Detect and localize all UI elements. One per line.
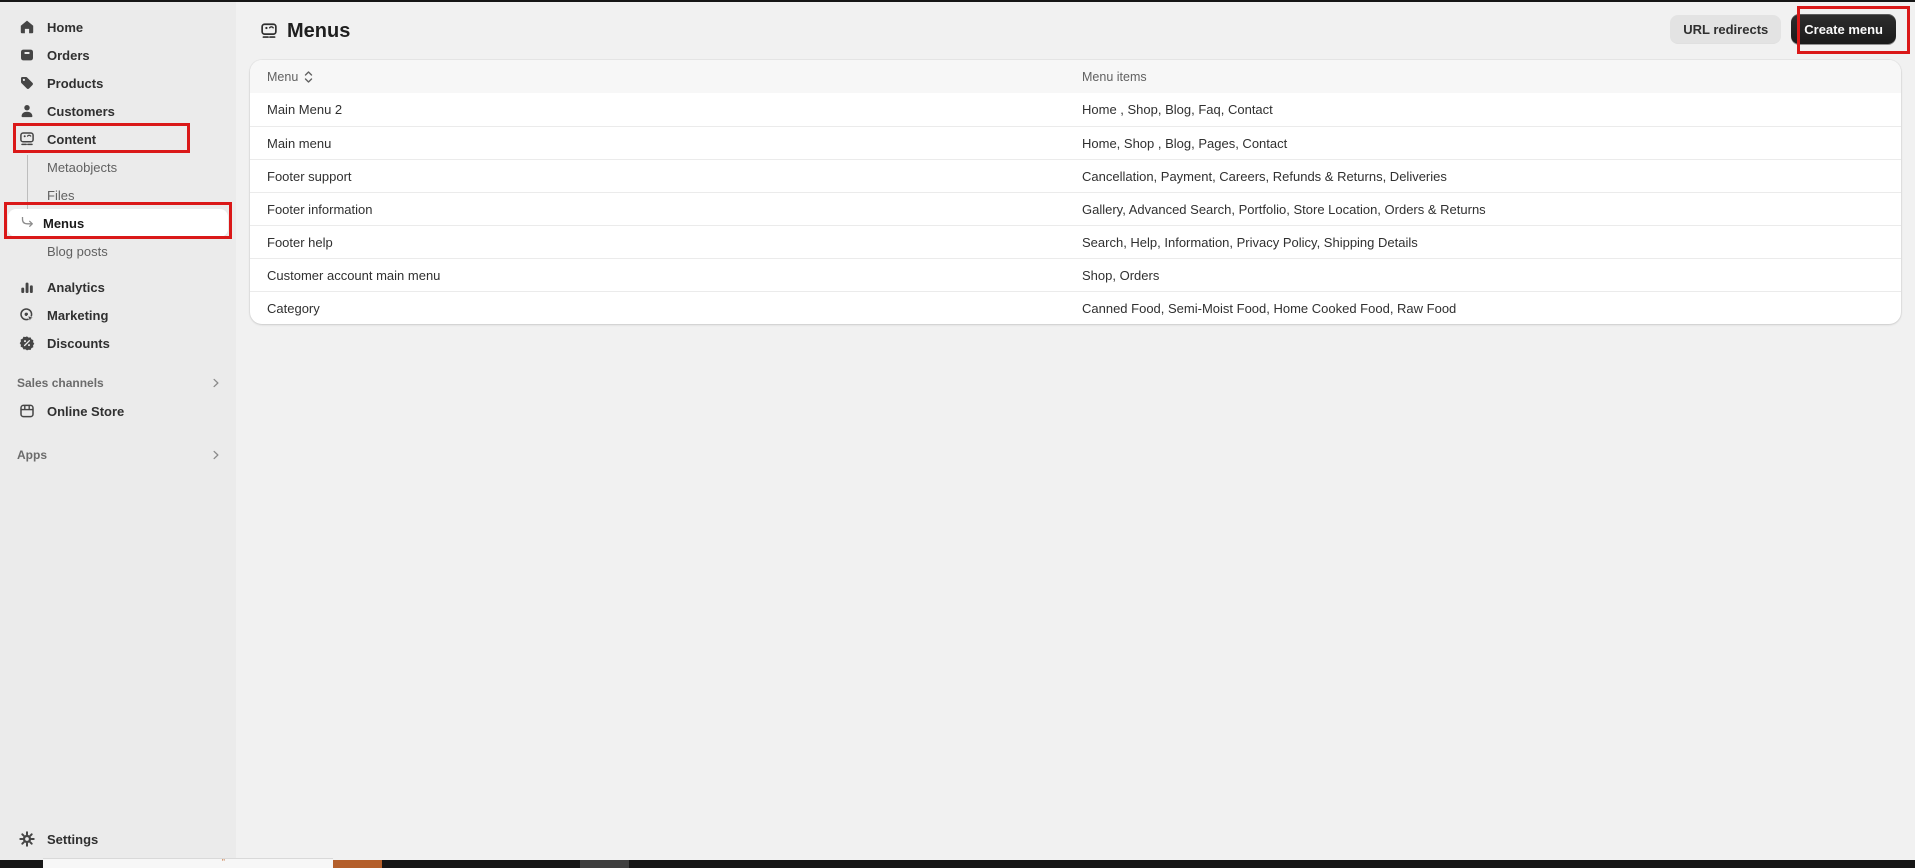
- page-title: Menus: [260, 17, 350, 45]
- products-icon: [19, 75, 35, 91]
- header-actions: URL redirects Create menu: [1670, 14, 1896, 44]
- menu-items-cell: Search, Help, Information, Privacy Polic…: [1082, 235, 1901, 250]
- online-store-icon: [19, 403, 35, 419]
- sidebar-item-label: Home: [47, 20, 83, 35]
- marketing-icon: [19, 307, 35, 323]
- menu-name-cell[interactable]: Footer help: [250, 235, 1082, 250]
- chevron-right-icon: [210, 449, 222, 461]
- table-row[interactable]: Footer support Cancellation, Payment, Ca…: [250, 159, 1901, 192]
- create-menu-button[interactable]: Create menu: [1791, 14, 1896, 44]
- menu-name-cell[interactable]: Main Menu 2: [250, 102, 1082, 117]
- table-row[interactable]: Footer help Search, Help, Information, P…: [250, 225, 1901, 258]
- sidebar-item-label: Files: [47, 188, 74, 203]
- sidebar-item-label: Analytics: [47, 280, 105, 295]
- window-top-edge: [0, 0, 1915, 2]
- menu-name-cell[interactable]: Footer support: [250, 169, 1082, 184]
- taskbar-strip: ": [0, 860, 1915, 868]
- customers-icon: [19, 103, 35, 119]
- menu-items-cell: Shop, Orders: [1082, 268, 1901, 283]
- menu-items-cell: Cancellation, Payment, Careers, Refunds …: [1082, 169, 1901, 184]
- sort-icon: [303, 70, 314, 84]
- menus-table: Menu Menu items Main Menu 2 Home , Shop,…: [250, 60, 1901, 324]
- discounts-icon: [19, 335, 35, 351]
- menu-name-cell[interactable]: Main menu: [250, 136, 1082, 151]
- sidebar-item-marketing[interactable]: Marketing: [0, 301, 236, 329]
- table-row[interactable]: Customer account main menu Shop, Orders: [250, 258, 1901, 291]
- sidebar-item-home[interactable]: Home: [0, 13, 236, 41]
- sidebar-item-label: Orders: [47, 48, 90, 63]
- sidebar-item-settings[interactable]: Settings: [0, 825, 236, 853]
- sidebar-section-sales-channels[interactable]: Sales channels: [0, 369, 236, 397]
- menu-name-cell[interactable]: Category: [250, 301, 1082, 316]
- sidebar: Home Orders Products Customers Content: [0, 2, 236, 860]
- menu-name-cell[interactable]: Footer information: [250, 202, 1082, 217]
- table-row[interactable]: Main menu Home, Shop , Blog, Pages, Cont…: [250, 126, 1901, 159]
- menu-items-cell: Canned Food, Semi-Moist Food, Home Cooke…: [1082, 301, 1901, 316]
- analytics-icon: [19, 279, 35, 295]
- sidebar-item-metaobjects[interactable]: Metaobjects: [0, 153, 236, 181]
- column-header-menu-items: Menu items: [1082, 70, 1901, 84]
- orders-icon: [19, 47, 35, 63]
- chevron-right-icon: [210, 377, 222, 389]
- sidebar-item-content[interactable]: Content: [0, 125, 236, 153]
- column-header-menu[interactable]: Menu: [250, 70, 1082, 84]
- sidebar-item-label: Discounts: [47, 336, 110, 351]
- gear-icon: [19, 831, 35, 847]
- sidebar-item-files[interactable]: Files: [0, 181, 236, 209]
- sidebar-item-label: Marketing: [47, 308, 108, 323]
- sidebar-item-orders[interactable]: Orders: [0, 41, 236, 69]
- sidebar-item-customers[interactable]: Customers: [0, 97, 236, 125]
- page-title-text: Menus: [287, 20, 350, 43]
- column-header-label: Menu: [267, 70, 298, 84]
- menu-items-cell: Home, Shop , Blog, Pages, Contact: [1082, 136, 1901, 151]
- sidebar-item-menus[interactable]: Menus: [8, 209, 228, 237]
- sidebar-item-label: Settings: [47, 832, 98, 847]
- sidebar-item-label: Blog posts: [47, 244, 108, 259]
- table-row[interactable]: Category Canned Food, Semi-Moist Food, H…: [250, 291, 1901, 324]
- home-icon: [19, 19, 35, 35]
- taskbar-segment-gray: [580, 860, 629, 868]
- taskbar-segment-orange: [333, 860, 382, 868]
- taskbar-segment-light: [43, 858, 333, 868]
- column-header-label: Menu items: [1082, 70, 1147, 84]
- sidebar-item-label: Products: [47, 76, 103, 91]
- table-header-row: Menu Menu items: [250, 60, 1901, 93]
- taskbar-orange-mark: ": [222, 860, 231, 865]
- sidebar-item-analytics[interactable]: Analytics: [0, 273, 236, 301]
- table-row[interactable]: Main Menu 2 Home , Shop, Blog, Faq, Cont…: [250, 93, 1901, 126]
- sidebar-item-label: Customers: [47, 104, 115, 119]
- url-redirects-button[interactable]: URL redirects: [1670, 15, 1781, 43]
- table-row[interactable]: Footer information Gallery, Advanced Sea…: [250, 192, 1901, 225]
- sidebar-item-blog-posts[interactable]: Blog posts: [0, 237, 236, 265]
- section-label: Apps: [17, 448, 47, 462]
- sidebar-item-online-store[interactable]: Online Store: [0, 397, 236, 425]
- content-icon: [19, 131, 35, 147]
- sidebar-item-label: Online Store: [47, 404, 124, 419]
- tree-arrow-icon: [21, 217, 35, 230]
- sidebar-item-label: Content: [47, 132, 96, 147]
- sidebar-item-label: Menus: [43, 216, 84, 231]
- sidebar-item-products[interactable]: Products: [0, 69, 236, 97]
- menu-items-cell: Gallery, Advanced Search, Portfolio, Sto…: [1082, 202, 1901, 217]
- menu-name-cell[interactable]: Customer account main menu: [250, 268, 1082, 283]
- sidebar-item-discounts[interactable]: Discounts: [0, 329, 236, 357]
- content-icon: [260, 22, 278, 40]
- sidebar-section-apps[interactable]: Apps: [0, 441, 236, 469]
- menu-items-cell: Home , Shop, Blog, Faq, Contact: [1082, 102, 1901, 117]
- sidebar-item-label: Metaobjects: [47, 160, 117, 175]
- section-label: Sales channels: [17, 376, 104, 390]
